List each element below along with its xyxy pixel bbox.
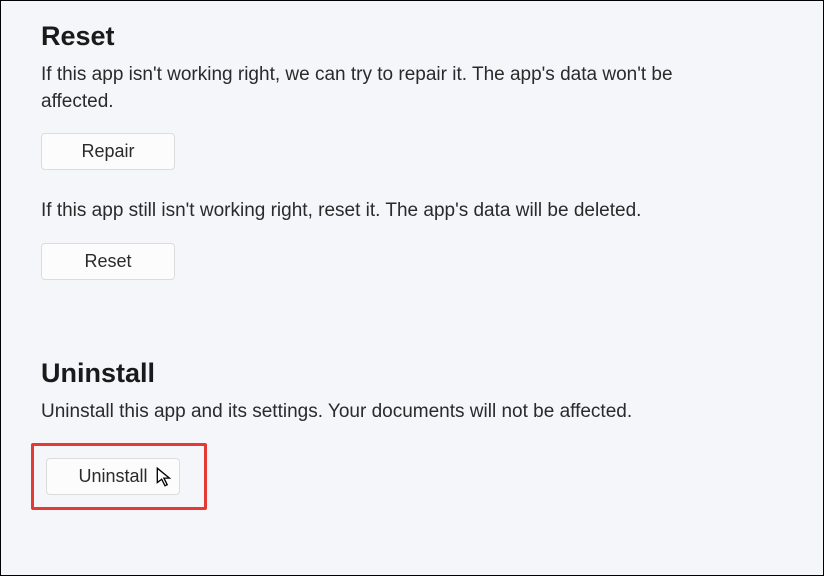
uninstall-heading: Uninstall: [41, 358, 783, 389]
uninstall-description: Uninstall this app and its settings. You…: [41, 399, 721, 426]
highlight-annotation: Uninstall: [31, 443, 207, 510]
reset-description: If this app still isn't working right, r…: [41, 198, 721, 225]
uninstall-button[interactable]: Uninstall: [46, 458, 180, 495]
reset-heading: Reset: [41, 21, 783, 52]
repair-description: If this app isn't working right, we can …: [41, 62, 721, 115]
reset-button[interactable]: Reset: [41, 243, 175, 280]
repair-button[interactable]: Repair: [41, 133, 175, 170]
